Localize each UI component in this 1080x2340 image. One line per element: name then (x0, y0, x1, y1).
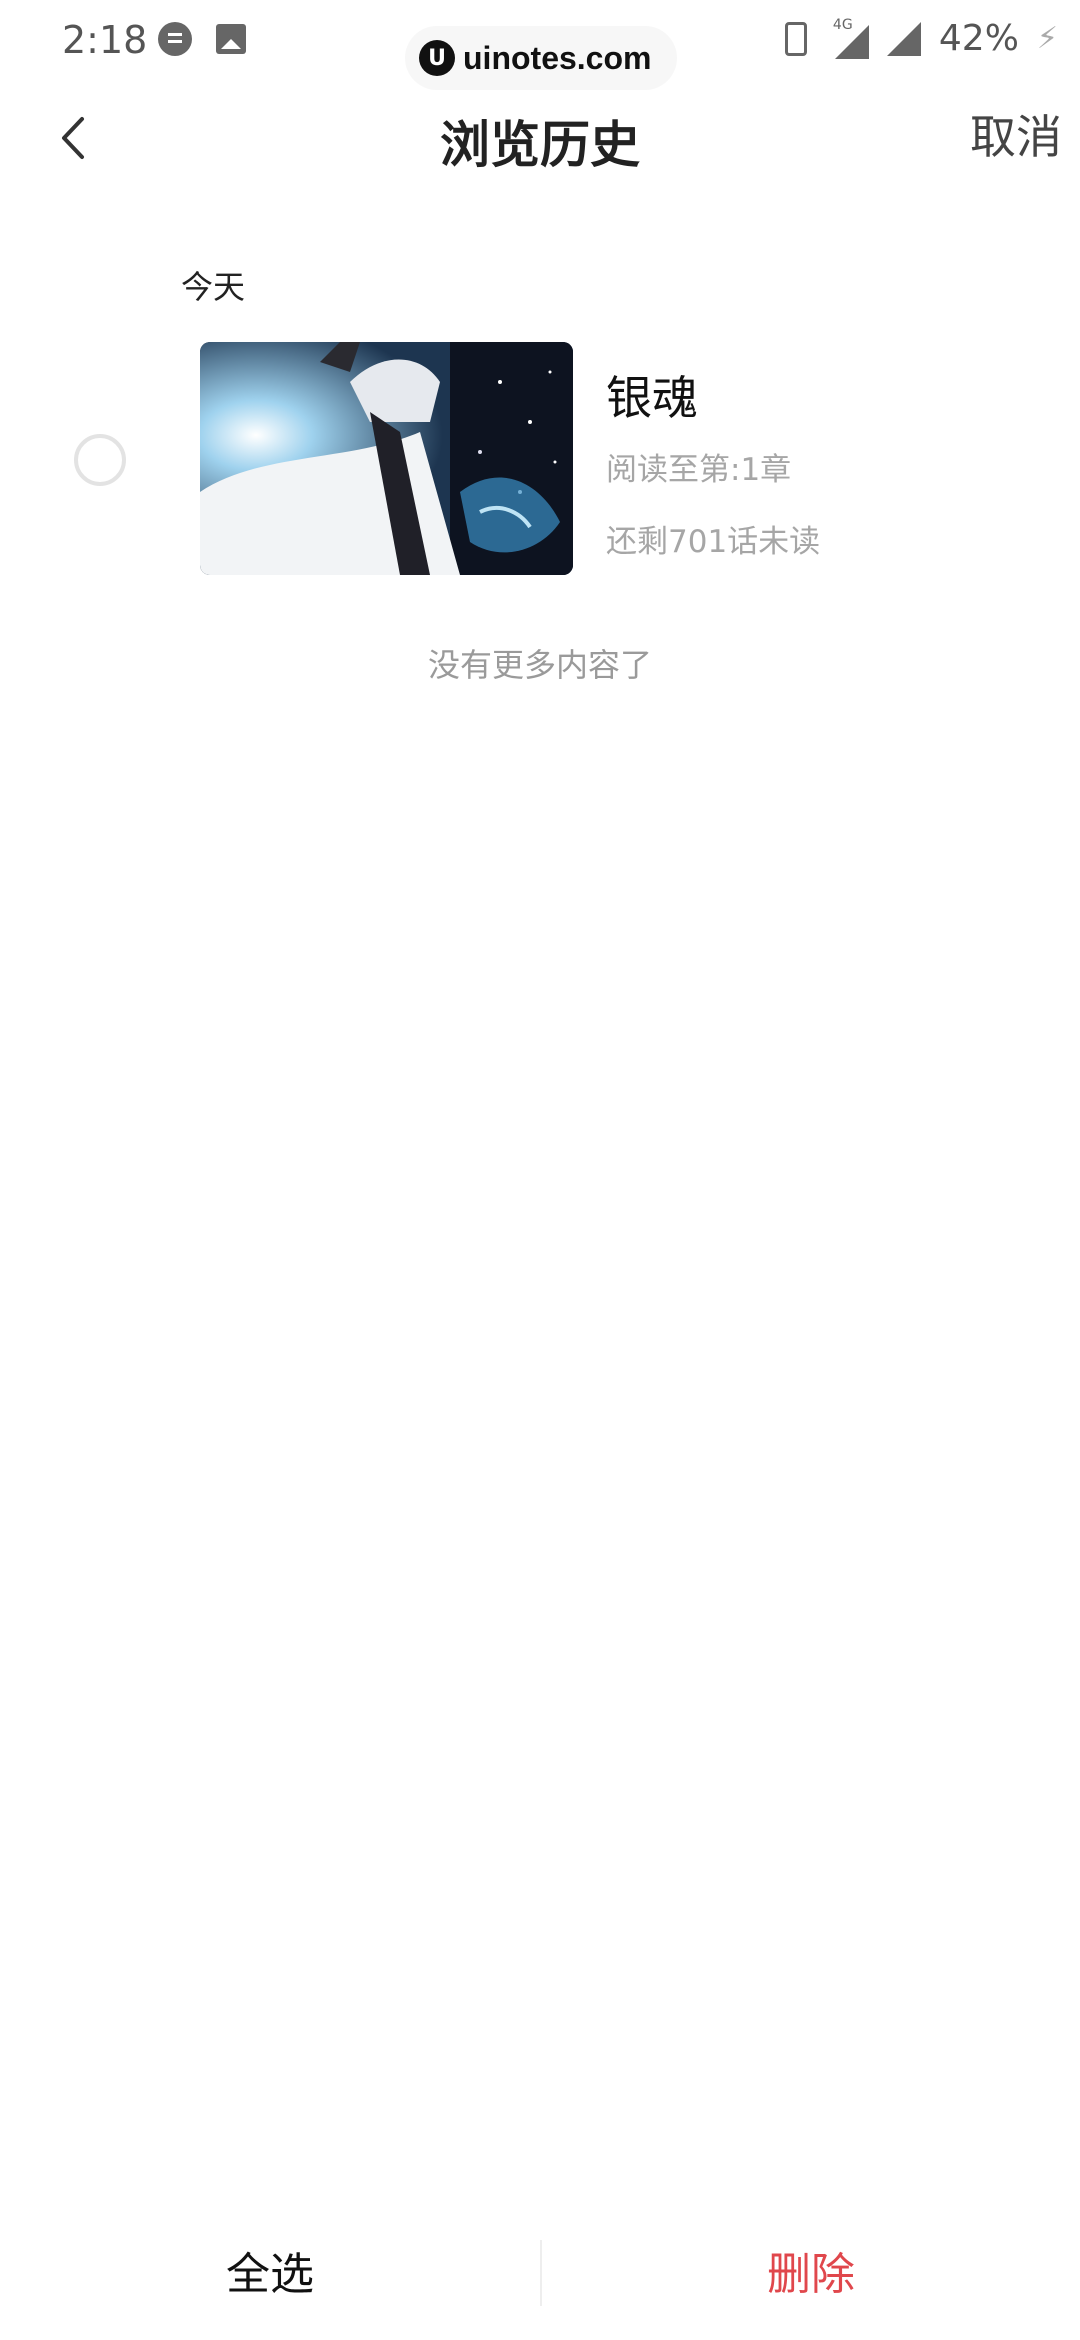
gallery-icon (216, 24, 246, 54)
bottom-action-bar: 全选 删除 (0, 2220, 1080, 2340)
charging-icon: ⚡ (1036, 21, 1058, 56)
history-item[interactable]: 银魂 阅读至第:1章 还剩701话未读 (0, 342, 1080, 578)
comic-title[interactable]: 银魂 (606, 362, 698, 428)
notification-icons (158, 22, 246, 56)
unread-count: 还剩701话未读 (606, 524, 821, 560)
end-of-list-note: 没有更多内容了 (427, 646, 652, 684)
signal-icon: 4G (825, 17, 869, 59)
browsing-history-screen: 2:18 U uinotes.com 4G 42% ⚡ 浏览历史 取消 今天 银… (0, 0, 1080, 2340)
delete-button[interactable]: 删除 (542, 2220, 1080, 2340)
cover-artwork (200, 342, 573, 575)
status-right-icons: 4G 42% ⚡ (784, 17, 1058, 59)
watermark-text: uinotes.com (463, 39, 652, 76)
battery-level: 42% (938, 18, 1019, 59)
section-label-today: 今天 (181, 268, 246, 306)
select-all-button[interactable]: 全选 (0, 2220, 540, 2340)
signal-icon-secondary (886, 21, 921, 56)
page-title: 浏览历史 (440, 116, 640, 174)
chat-icon (158, 22, 192, 56)
watermark-badge: U uinotes.com (405, 26, 677, 90)
watermark-logo-icon: U (419, 40, 455, 76)
cancel-button[interactable]: 取消 (970, 101, 1062, 167)
comic-cover-image[interactable] (200, 342, 573, 575)
header: 浏览历史 取消 (0, 95, 1080, 185)
select-radio[interactable] (74, 434, 126, 486)
vibrate-icon (784, 21, 807, 56)
status-bar: 2:18 U uinotes.com 4G 42% ⚡ (0, 0, 1080, 90)
reading-progress: 阅读至第:1章 (606, 452, 792, 488)
status-time: 2:18 (62, 18, 148, 62)
